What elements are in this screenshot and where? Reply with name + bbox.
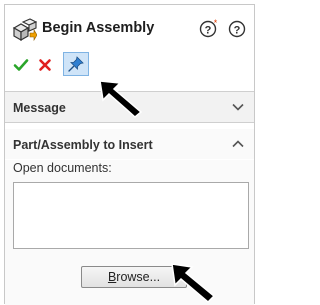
panel-title: Begin Assembly — [42, 20, 155, 36]
section-part-assembly-body: Open documents: Browse... — [5, 160, 254, 305]
browse-label: rowse... — [116, 270, 161, 284]
divider — [5, 122, 254, 123]
help-icon[interactable]: ? — [227, 19, 247, 39]
chevron-down-icon[interactable] — [232, 102, 244, 112]
property-manager-panel: Begin Assembly ? * ? Message Part/Assemb… — [4, 4, 255, 305]
open-documents-label: Open documents: — [13, 161, 112, 175]
pushpin-icon — [68, 56, 84, 72]
annotation-arrow-icon — [171, 263, 216, 304]
panel-header: Begin Assembly ? * ? — [5, 5, 254, 45]
keep-visible-pin-button[interactable] — [63, 52, 89, 76]
check-icon[interactable] — [13, 57, 29, 73]
annotation-arrow-icon — [99, 80, 143, 118]
close-icon[interactable] — [37, 57, 53, 73]
section-title: Part/Assembly to Insert — [13, 138, 153, 152]
assembly-icon — [12, 18, 37, 42]
svg-text:*: * — [214, 19, 218, 28]
chevron-up-icon[interactable] — [232, 139, 244, 149]
section-title: Message — [13, 101, 66, 115]
open-documents-list[interactable] — [13, 182, 249, 249]
svg-text:?: ? — [205, 25, 212, 37]
section-part-assembly-header[interactable]: Part/Assembly to Insert — [5, 129, 254, 159]
help-star-icon[interactable]: ? * — [199, 19, 219, 39]
action-toolbar — [5, 51, 254, 81]
svg-text:?: ? — [234, 25, 241, 37]
